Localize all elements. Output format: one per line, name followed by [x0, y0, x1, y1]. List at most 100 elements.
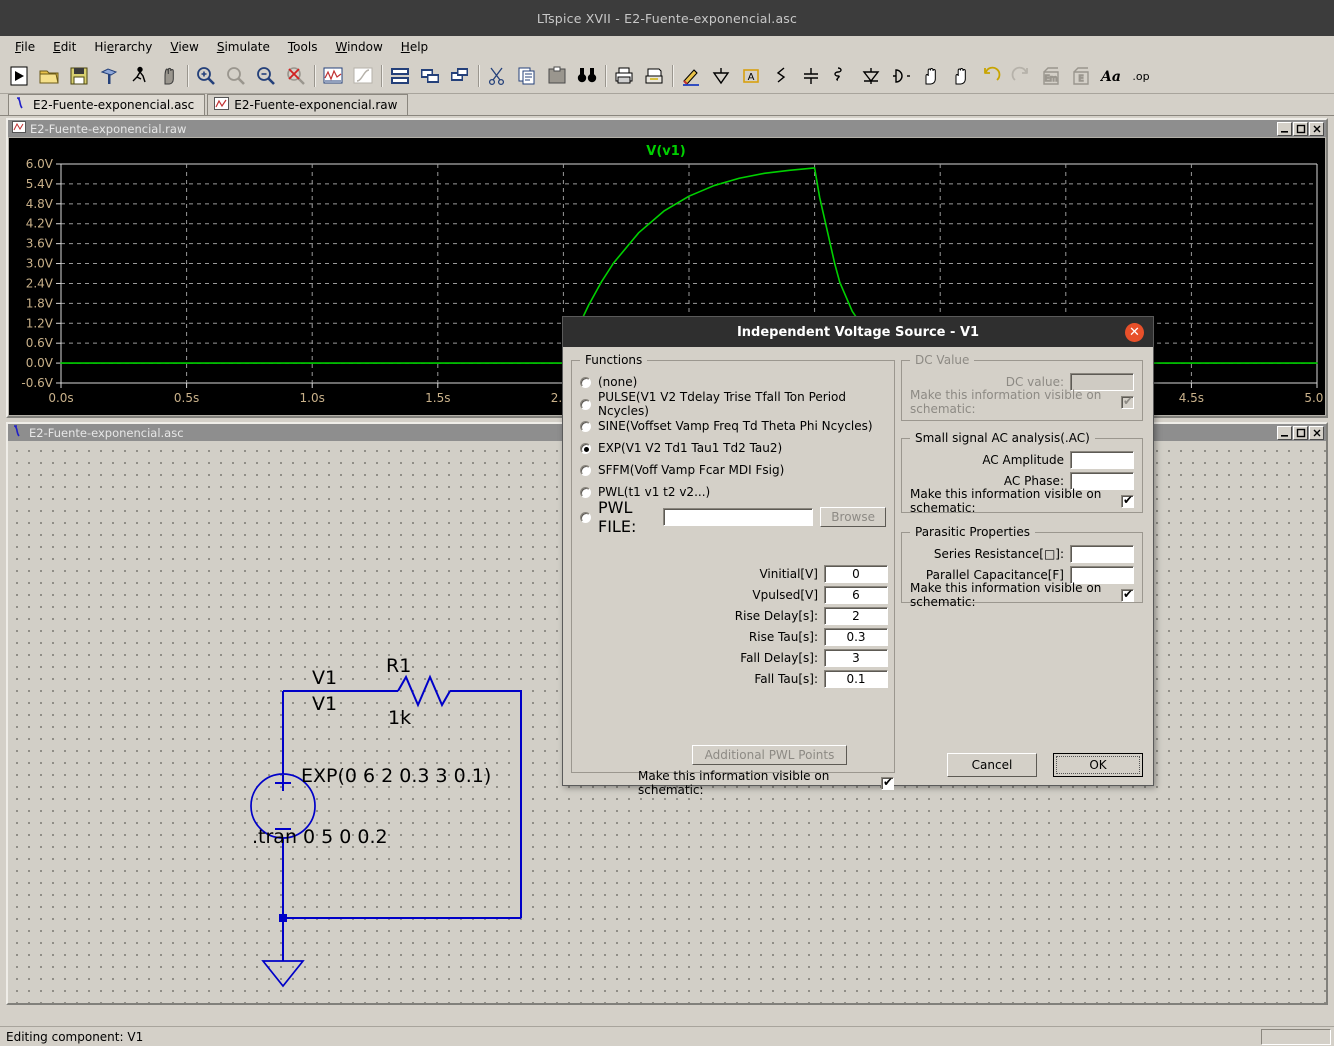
zoom-out-icon[interactable] — [251, 61, 281, 91]
zoom-back-icon[interactable] — [281, 61, 311, 91]
hammer-icon[interactable] — [94, 61, 124, 91]
tile-vertical-icon[interactable] — [445, 61, 475, 91]
menu-tools[interactable]: Tools — [279, 38, 327, 56]
run-icon[interactable] — [4, 61, 34, 91]
pwl-file-input[interactable] — [663, 508, 814, 526]
browse-button[interactable]: Browse — [820, 507, 886, 527]
move-hand-icon[interactable] — [916, 61, 946, 91]
waveform-window-titlebar: E2-Fuente-exponencial.raw — [8, 120, 1326, 137]
maximize-button[interactable] — [1293, 121, 1308, 136]
additional-pwl-points-button[interactable]: Additional PWL Points — [692, 745, 847, 765]
drag-hand-icon[interactable] — [946, 61, 976, 91]
functions-visible-checkbox[interactable] — [881, 775, 894, 790]
radio-none-indicator[interactable] — [580, 376, 591, 388]
minimize-button[interactable] — [1277, 425, 1292, 440]
zoom-in-icon[interactable] — [191, 61, 221, 91]
diode-icon[interactable] — [856, 61, 886, 91]
cancel-button[interactable]: Cancel — [947, 753, 1037, 777]
toolbar-separator — [378, 63, 385, 89]
paste-icon[interactable] — [542, 61, 572, 91]
svg-text:0.0V: 0.0V — [26, 356, 54, 370]
rise-tau-input[interactable] — [824, 627, 888, 646]
tab-waveform[interactable]: E2-Fuente-exponencial.raw — [207, 94, 409, 115]
svg-text:5.4V: 5.4V — [26, 177, 54, 191]
print-preview-icon[interactable] — [609, 61, 639, 91]
menu-hierarchy[interactable]: Hierarchy — [85, 38, 161, 56]
radio-pulse-indicator[interactable] — [580, 398, 591, 410]
fall-delay-label: Fall Delay[s]: — [740, 650, 818, 665]
fall-delay-input[interactable] — [824, 648, 888, 667]
menubar: FFileile Edit Hierarchy View Simulate To… — [0, 36, 1334, 58]
ac-amplitude-input[interactable] — [1070, 450, 1134, 469]
zoom-area-icon[interactable] — [221, 61, 251, 91]
close-button[interactable] — [1309, 121, 1324, 136]
copy-icon[interactable] — [512, 61, 542, 91]
svg-text:.op: .op — [1132, 70, 1149, 83]
spice-directive-label[interactable]: .tran 0 5 0 0.2 — [252, 826, 388, 848]
tab-schematic[interactable]: E2-Fuente-exponencial.asc — [8, 94, 206, 115]
redo-icon[interactable] — [1006, 61, 1036, 91]
menu-edit[interactable]: Edit — [44, 38, 85, 56]
menu-help[interactable]: Help — [392, 38, 437, 56]
open-folder-icon[interactable] — [34, 61, 64, 91]
radio-option-exp[interactable]: EXP(V1 V2 Td1 Tau1 Td2 Tau2) — [580, 437, 886, 459]
inductor-icon[interactable] — [826, 61, 856, 91]
autorange-icon[interactable] — [348, 61, 378, 91]
print-icon[interactable] — [639, 61, 669, 91]
dialog-buttons: Cancel OK — [947, 753, 1143, 777]
radio-option-pulse[interactable]: PULSE(V1 V2 Tdelay Trise Tfall Ton Perio… — [580, 390, 886, 418]
resistor-icon[interactable] — [766, 61, 796, 91]
rise-delay-input[interactable] — [824, 606, 888, 625]
radio-option-sffm[interactable]: SFFM(Voff Vamp Fcar MDI Fsig) — [580, 459, 886, 481]
tile-horizontal-icon[interactable] — [385, 61, 415, 91]
minimize-button[interactable] — [1277, 121, 1292, 136]
menu-view[interactable]: View — [161, 38, 207, 56]
find-binoculars-icon[interactable] — [572, 61, 602, 91]
ok-button[interactable]: OK — [1053, 753, 1143, 777]
resistor-designator-label[interactable]: R1 — [386, 655, 411, 677]
mirror-icon[interactable]: Em — [1036, 61, 1066, 91]
source-designator-label[interactable]: V1 — [312, 667, 337, 689]
maximize-button[interactable] — [1293, 425, 1308, 440]
vinitial-input[interactable] — [824, 564, 888, 583]
series-resistance-label: Series Resistance[□]: — [933, 546, 1064, 561]
resistor-value-label[interactable]: 1k — [388, 707, 411, 729]
waveform-icon[interactable] — [318, 61, 348, 91]
radio-exp-indicator[interactable] — [580, 442, 591, 454]
save-icon[interactable] — [64, 61, 94, 91]
radio-pwlfile-indicator[interactable] — [580, 511, 591, 523]
rotate-icon[interactable]: E — [1066, 61, 1096, 91]
cascade-icon[interactable] — [415, 61, 445, 91]
source-function-label[interactable]: EXP(0 6 2 0.3 3 0.1) — [301, 765, 491, 787]
rise-delay-label: Rise Delay[s]: — [734, 608, 818, 623]
ground-icon[interactable] — [706, 61, 736, 91]
radio-sffm-indicator[interactable] — [580, 464, 591, 476]
menu-file[interactable]: FFileile — [6, 38, 44, 56]
menu-simulate[interactable]: Simulate — [208, 38, 279, 56]
ac-visible-checkbox[interactable] — [1121, 493, 1134, 508]
stop-running-man-icon[interactable] — [124, 61, 154, 91]
spice-directive-icon[interactable]: .op — [1126, 61, 1156, 91]
halt-hand-icon[interactable] — [154, 61, 184, 91]
toolbar-separator — [669, 63, 676, 89]
text-icon[interactable]: Aa — [1096, 61, 1126, 91]
net-label-icon[interactable]: A — [736, 61, 766, 91]
radio-option-sine[interactable]: SINE(Voffset Vamp Freq Td Theta Phi Ncyc… — [580, 415, 886, 437]
undo-icon[interactable] — [976, 61, 1006, 91]
svg-text:0.6V: 0.6V — [26, 336, 54, 350]
fall-tau-input[interactable] — [824, 669, 888, 688]
close-button[interactable] — [1309, 425, 1324, 440]
series-resistance-input[interactable] — [1070, 544, 1134, 563]
menu-window[interactable]: Window — [326, 38, 391, 56]
draw-wire-pencil-icon[interactable] — [676, 61, 706, 91]
radio-sine-indicator[interactable] — [580, 420, 591, 432]
source-value-label[interactable]: V1 — [312, 693, 337, 715]
component-icon[interactable] — [886, 61, 916, 91]
parasitic-visible-checkbox[interactable] — [1121, 587, 1134, 602]
cut-scissors-icon[interactable] — [482, 61, 512, 91]
capacitor-icon[interactable] — [796, 61, 826, 91]
vpulsed-input[interactable] — [824, 585, 888, 604]
radio-pwl-indicator[interactable] — [580, 486, 591, 498]
close-icon[interactable]: ✕ — [1125, 323, 1144, 342]
dc-visible-checkbox[interactable] — [1121, 394, 1134, 409]
